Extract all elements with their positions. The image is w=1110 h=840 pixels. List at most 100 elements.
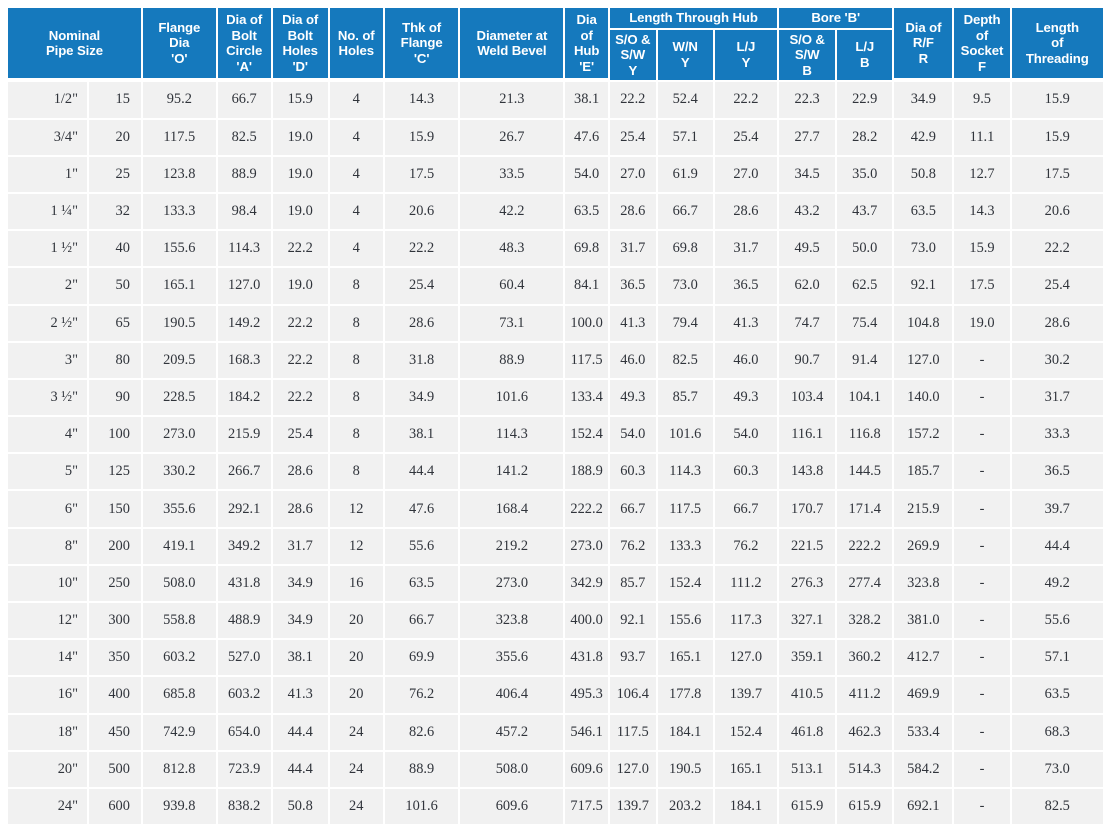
table-cell: 8: [329, 379, 385, 418]
table-cell: 692.1: [894, 788, 955, 827]
table-cell: 603.2: [142, 640, 218, 678]
header-bolt-holes-line4: 'D': [292, 58, 308, 74]
header-dia-hub-line2: of: [580, 27, 593, 43]
table-cell: 15.9: [272, 80, 330, 120]
table-cell: 4: [329, 193, 385, 232]
table-cell: 31.7: [714, 231, 780, 269]
table-cell: 406.4: [460, 677, 566, 715]
table-cell: 615.9: [779, 788, 838, 827]
table-cell: 203.2: [657, 788, 715, 827]
table-cell: 219.2: [460, 528, 566, 566]
table-cell: 36.5: [1011, 454, 1103, 492]
header-rf-line1: Dia of: [905, 19, 942, 35]
table-cell: 5": [8, 454, 89, 492]
header-bore-sosw-line3: B: [802, 62, 812, 78]
table-cell: -: [954, 454, 1012, 492]
table-cell: 44.4: [272, 714, 330, 752]
table-cell: 9.5: [954, 80, 1012, 120]
table-cell: 36.5: [609, 268, 658, 306]
table-cell: 19.0: [272, 193, 330, 232]
table-cell: 508.0: [142, 565, 218, 603]
table-cell: 117.5: [565, 342, 610, 380]
table-cell: 157.2: [894, 417, 955, 455]
table-cell: 8: [329, 417, 385, 455]
header-lth-sosw-line3: Y: [628, 62, 638, 78]
table-cell: 838.2: [217, 788, 273, 827]
table-cell: 24: [329, 751, 385, 789]
table-cell: 400: [88, 677, 143, 715]
table-cell: 91.4: [837, 342, 895, 380]
header-bolt-circle-line4: 'A': [236, 58, 252, 74]
table-cell: 44.4: [1011, 528, 1103, 566]
table-cell: 47.6: [565, 119, 610, 157]
table-cell: 22.2: [272, 231, 330, 269]
table-cell: 742.9: [142, 714, 218, 752]
table-cell: 32: [88, 193, 143, 232]
table-cell: 149.2: [217, 305, 273, 343]
table-cell: 31.7: [1011, 379, 1103, 418]
table-cell: 27.7: [779, 119, 838, 157]
header-weld-bevel-line2: Weld Bevel: [477, 43, 547, 59]
table-cell: 360.2: [837, 640, 895, 678]
table-cell: 31.8: [384, 342, 461, 380]
table-cell: 22.2: [272, 342, 330, 380]
header-lth-wn-line2: Y: [680, 54, 690, 70]
table-cell: 17.5: [1011, 156, 1103, 194]
table-cell: 273.0: [460, 565, 566, 603]
table-cell: 431.8: [217, 565, 273, 603]
table-cell: 63.5: [894, 193, 955, 232]
table-cell: 215.9: [894, 491, 955, 529]
table-cell: 1": [8, 156, 89, 194]
table-cell: 250: [88, 565, 143, 603]
table-cell: 185.7: [894, 454, 955, 492]
table-cell: 66.7: [714, 491, 780, 529]
table-cell: 359.1: [779, 640, 838, 678]
table-cell: 168.3: [217, 342, 273, 380]
header-lth-sosw-line1: S/O &: [615, 31, 651, 47]
table-cell: 69.8: [565, 231, 610, 269]
table-cell: 412.7: [894, 640, 955, 678]
header-length-of-threading: Length of Threading: [1011, 8, 1103, 81]
header-nominal-pipe-size: Nominal Pipe Size: [8, 8, 143, 81]
table-cell: 469.9: [894, 677, 955, 715]
table-cell: 152.4: [714, 714, 780, 752]
table-cell: 57.1: [1011, 640, 1103, 678]
table-row: 12" 300 558.8 488.9 34.9 20 66.7 323.8 400.0 92.1…: [8, 603, 1103, 641]
table-cell: 143.8: [779, 454, 838, 492]
table-cell: 68.3: [1011, 714, 1103, 752]
table-cell: -: [954, 528, 1012, 566]
table-cell: 114.3: [217, 231, 273, 269]
table-cell: 73.0: [1011, 751, 1103, 789]
table-cell: 49.3: [609, 379, 658, 418]
header-lth-wn-line1: W/N: [672, 39, 698, 55]
table-cell: 170.7: [779, 491, 838, 529]
header-socket-line1: Depth: [963, 12, 1001, 27]
table-cell: 75.4: [837, 305, 895, 343]
table-cell: 411.2: [837, 677, 895, 715]
table-cell: 685.8: [142, 677, 218, 715]
table-cell: 141.2: [460, 454, 566, 492]
header-bore-so-sw: S/O & S/W B: [779, 29, 838, 81]
table-cell: 165.1: [657, 640, 715, 678]
table-cell: 127.0: [894, 342, 955, 380]
table-cell: 24: [329, 788, 385, 827]
header-thread-line2: of: [1051, 35, 1064, 51]
table-cell: 24: [329, 714, 385, 752]
table-cell: 34.5: [779, 156, 838, 194]
header-dia-of-rf: Dia of R/F R: [894, 8, 955, 81]
table-row: 1/2" 15 95.2 66.7 15.9 4 14.3 21.3 38.1 22.2 52.4 2…: [8, 80, 1103, 120]
table-cell: 269.9: [894, 528, 955, 566]
table-cell: 177.8: [657, 677, 715, 715]
table-cell: 8: [329, 268, 385, 306]
header-flange-dia-line1: Flange: [158, 19, 201, 35]
table-cell: 355.6: [460, 640, 566, 678]
table-cell: 27.0: [714, 156, 780, 194]
table-cell: 812.8: [142, 751, 218, 789]
table-cell: 22.2: [272, 379, 330, 418]
table-cell: 34.9: [384, 379, 461, 418]
table-cell: 50.8: [894, 156, 955, 194]
table-cell: 104.8: [894, 305, 955, 343]
table-cell: 8: [329, 305, 385, 343]
table-cell: 513.1: [779, 751, 838, 789]
table-cell: 8: [329, 454, 385, 492]
